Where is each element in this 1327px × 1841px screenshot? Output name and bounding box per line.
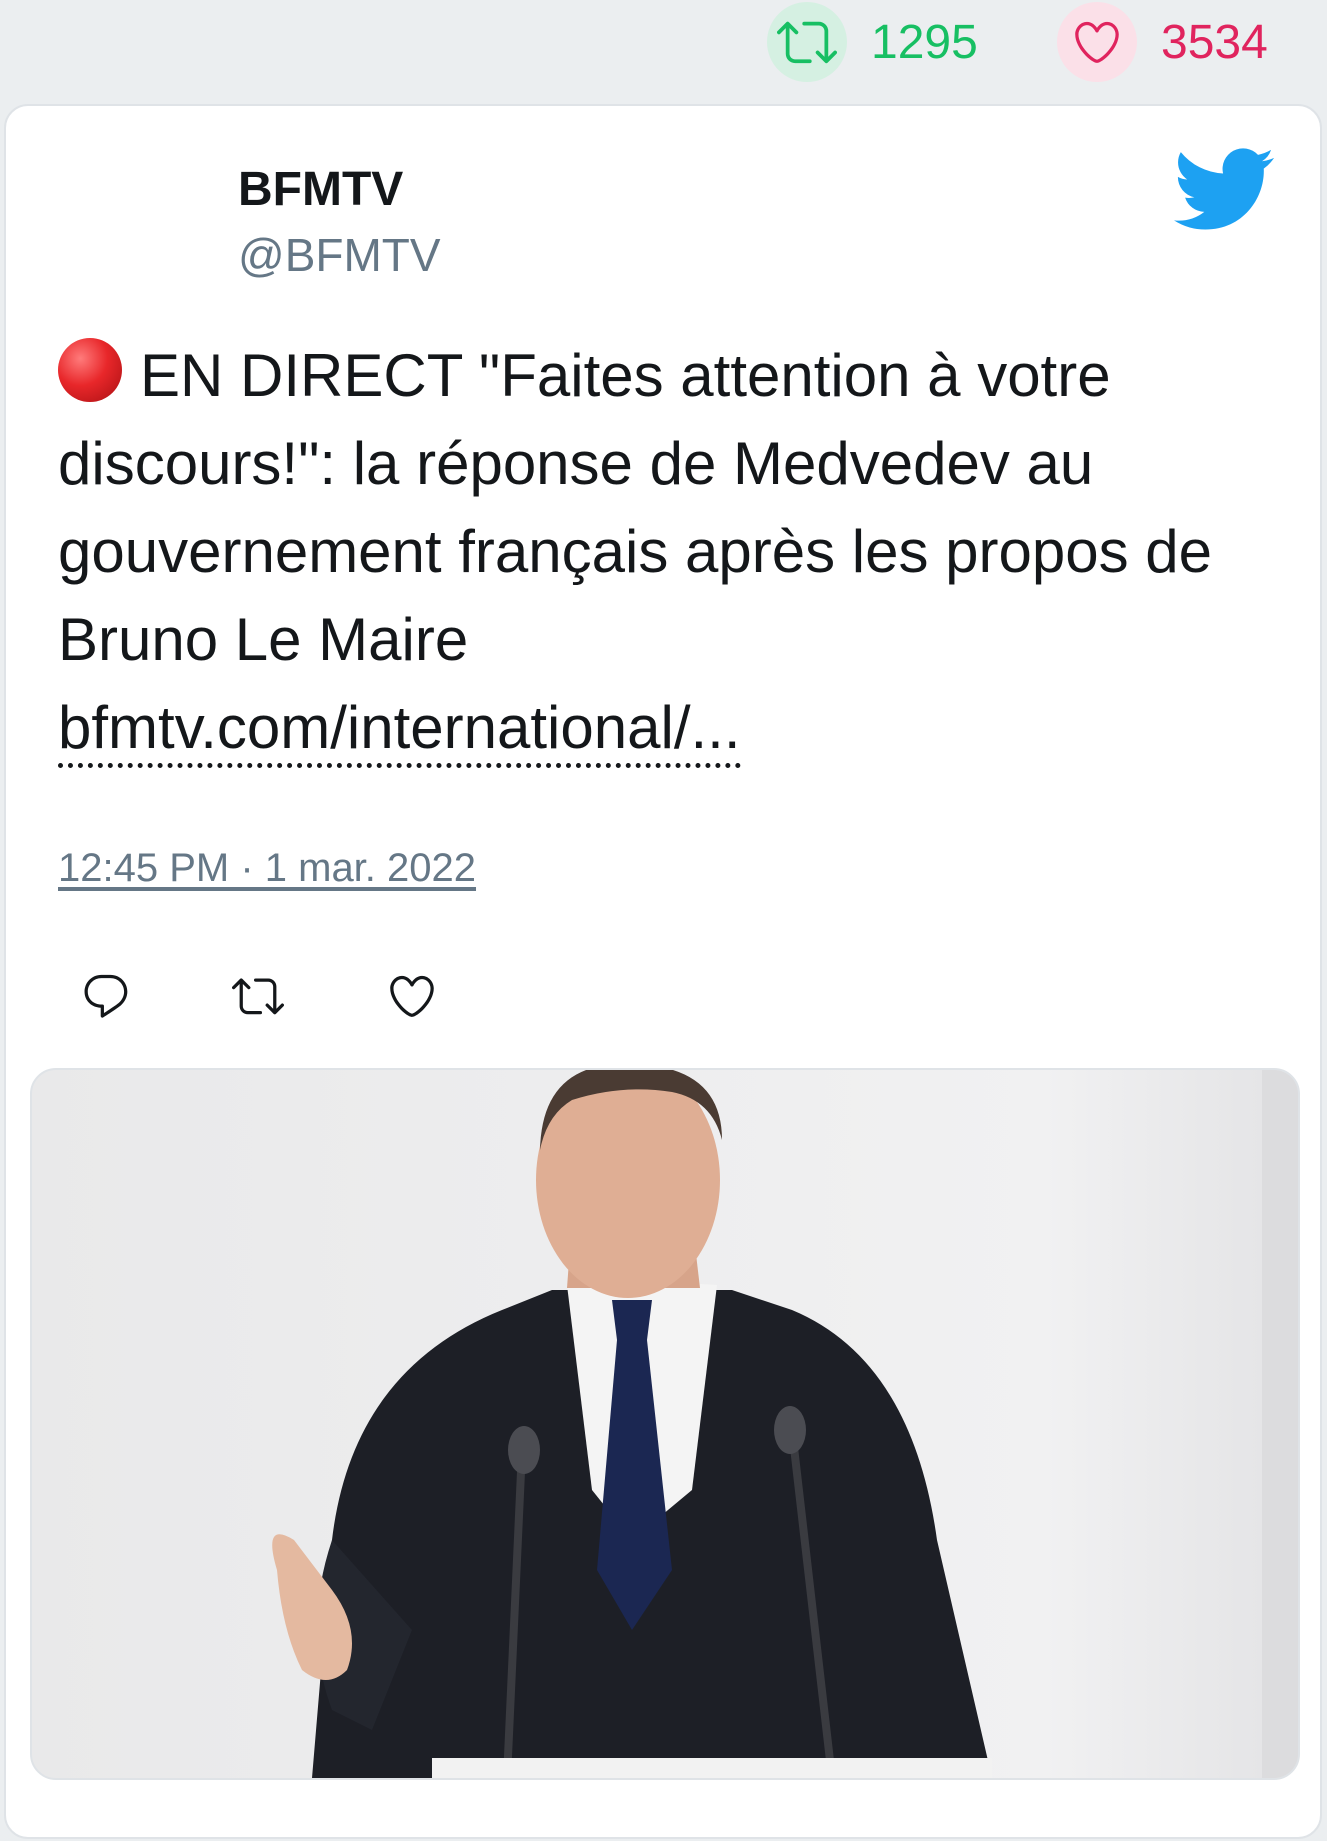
heart-icon [1057,2,1137,82]
tweet-card[interactable]: BFMTV @BFMTV EN DIRECT "Faites attention… [4,104,1322,1839]
tweet-photo[interactable] [30,1068,1300,1780]
retweet-icon [767,2,847,82]
tweet-text: EN DIRECT "Faites attention à votre disc… [58,342,1213,673]
speaker-at-podium-photo [272,1070,1298,1778]
retweet-count: 1295 [871,15,978,69]
retweet-icon[interactable] [232,970,284,1022]
author-handle[interactable]: @BFMTV [238,228,441,282]
like-count: 3534 [1161,15,1268,69]
retweet-count-stat[interactable]: 1295 [767,2,978,82]
reply-icon[interactable] [80,970,132,1022]
like-count-stat[interactable]: 3534 [1057,2,1268,82]
twitter-bird-icon[interactable] [1174,148,1274,232]
tweet-body: EN DIRECT "Faites attention à votre disc… [58,332,1278,772]
article-link[interactable]: bfmtv.com/international/... [58,694,741,768]
red-circle-emoji-icon [58,338,122,402]
engagement-stats-bar: 1295 3534 [0,0,1327,100]
author-display-name[interactable]: BFMTV [238,162,403,217]
heart-icon[interactable] [386,970,438,1022]
tweet-timestamp[interactable]: 12:45 PM · 1 mar. 2022 [58,846,476,891]
